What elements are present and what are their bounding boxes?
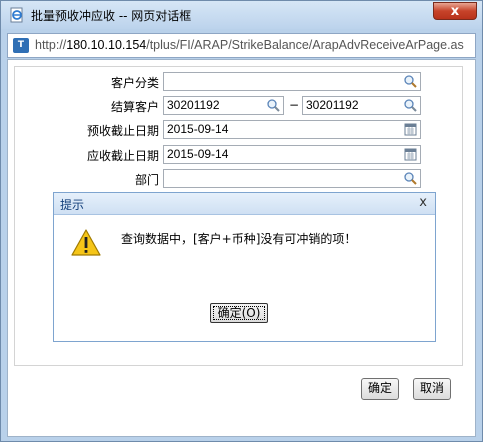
alert-title: 提示 [60,198,85,212]
cancel-button[interactable]: 取消 [413,378,451,400]
confirm-button[interactable]: 确定 [361,378,399,400]
adv-receive-date-value: 2015-09-14 [167,122,229,136]
receivable-date-field[interactable]: 2015-09-14 [163,145,421,164]
settle-customer-from-field[interactable]: 30201192 [163,96,284,115]
adv-receive-date-label: 预收截止日期 [86,124,159,138]
title-bar: 批量预收冲应收 -- 网页对话框 x [1,1,482,29]
alert-dialog: 提示 x 查询数据中，[客户+币种]没有可冲销的项！ 确定(O) [53,192,436,342]
magnifier-icon[interactable] [266,98,281,113]
alert-title-bar: 提示 x [54,193,435,215]
window-close-button[interactable]: x [433,2,477,20]
settle-customer-label: 结算客户 [110,100,159,114]
alert-message: 查询数据中，[客户+币种]没有可冲销的项！ [121,232,357,246]
settle-customer-from-value: 30201192 [167,98,220,112]
calendar-icon[interactable] [403,122,418,137]
dialog-window: 批量预收冲应收 -- 网页对话框 x T http://180.10.10.15… [0,0,483,442]
department-field[interactable] [163,169,421,188]
alert-ok-button[interactable]: 确定(O) [210,303,268,323]
address-url: http://180.10.10.154/tplus/FI/ARAP/Strik… [35,38,464,52]
url-path: /tplus/FI/ARAP/StrikeBalance/ArapAdvRece… [146,38,464,52]
receivable-date-value: 2015-09-14 [167,147,229,161]
magnifier-icon[interactable] [403,74,418,89]
window-title: 批量预收冲应收 -- 网页对话框 [31,9,192,23]
url-host: 180.10.10.154 [66,38,147,52]
customer-category-label: 客户分类 [110,76,159,90]
url-protocol: http:// [35,38,67,52]
magnifier-icon[interactable] [403,98,418,113]
alert-close-icon[interactable]: x [419,195,427,210]
warning-icon [71,229,101,256]
calendar-icon[interactable] [403,147,418,162]
range-separator: − [289,98,300,112]
close-icon: x [450,4,460,19]
ie-page-icon [10,7,23,23]
department-label: 部门 [134,173,159,187]
address-bar[interactable]: T http://180.10.10.154/tplus/FI/ARAP/Str… [7,33,476,58]
adv-receive-date-field[interactable]: 2015-09-14 [163,120,421,139]
customer-category-field[interactable] [163,72,421,91]
site-icon: T [13,38,29,53]
settle-customer-to-field[interactable]: 30201192 [302,96,421,115]
magnifier-icon[interactable] [403,171,418,186]
settle-customer-to-value: 30201192 [306,98,359,112]
receivable-date-label: 应收截止日期 [86,149,159,163]
